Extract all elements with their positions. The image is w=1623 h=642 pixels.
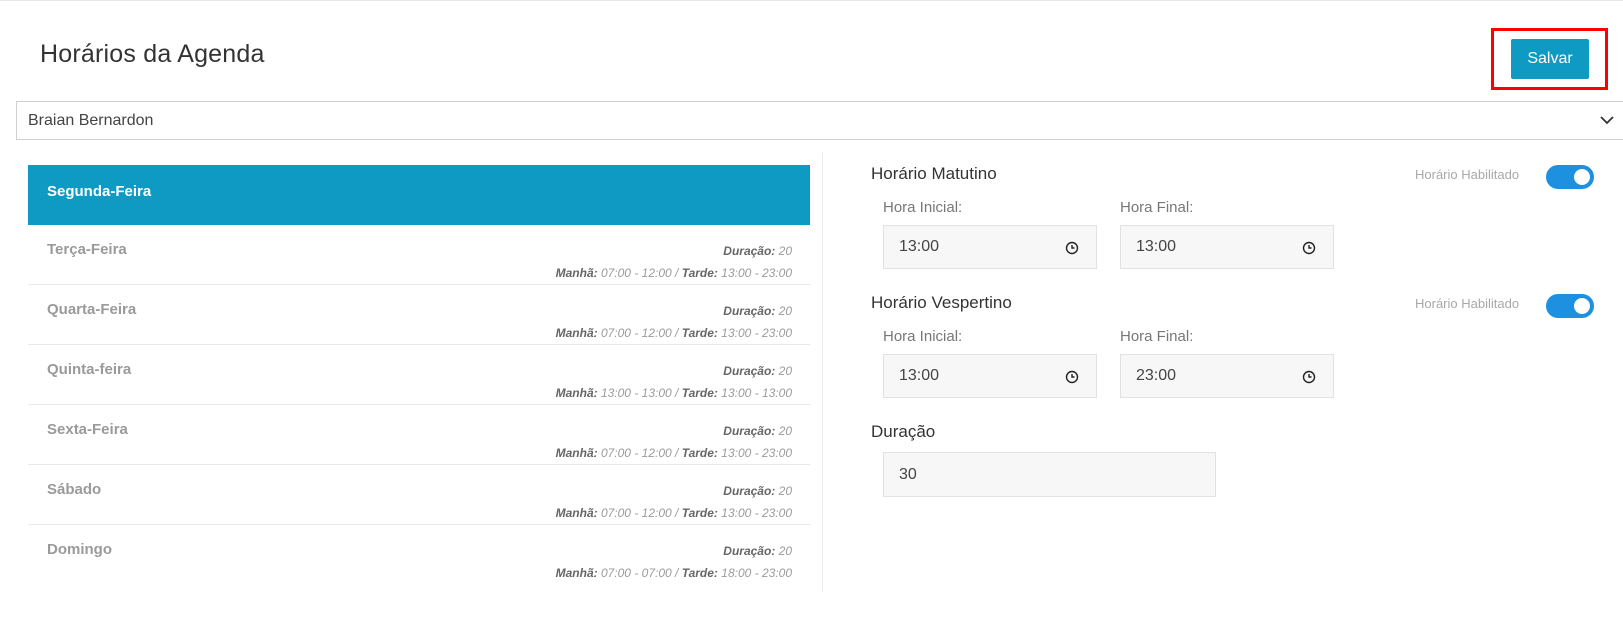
duracao-value: 20 xyxy=(778,484,792,498)
duracao-label: Duração: xyxy=(723,244,776,258)
tarde-value: 13:00 - 23:00 xyxy=(721,506,792,520)
duracao-input[interactable]: 30 xyxy=(883,452,1216,497)
duracao-value: 20 xyxy=(778,544,792,558)
manha-label: Manhã: xyxy=(555,386,598,400)
tarde-value: 13:00 - 23:00 xyxy=(721,446,792,460)
duracao-value: 20 xyxy=(778,424,792,438)
vespertino-title: Horário Vespertino xyxy=(871,293,1012,312)
manha-value: 07:00 - 07:00 / xyxy=(600,566,679,580)
manha-label: Manhã: xyxy=(555,266,598,280)
manha-value: 07:00 - 12:00 / xyxy=(600,506,679,520)
matutino-toggle-label: Horário Habilitado xyxy=(1415,167,1520,182)
clock-icon xyxy=(1065,370,1079,384)
duracao-label: Duração: xyxy=(723,484,776,498)
clock-icon xyxy=(1302,370,1316,384)
duracao-input-value: 30 xyxy=(899,465,917,483)
weekday-list: Segunda-Feira Terça-Feira Duração: 20 Ma… xyxy=(28,165,810,585)
professional-select[interactable]: Braian Bernardon xyxy=(16,101,1623,140)
vespertino-end-value: 23:00 xyxy=(1136,367,1177,384)
day-name: Sábado xyxy=(47,481,102,498)
vespertino-start-value: 13:00 xyxy=(899,367,940,384)
matutino-end-value: 13:00 xyxy=(1136,238,1177,255)
vespertino-start-time-input[interactable]: 13:00 xyxy=(883,354,1097,398)
matutino-title: Horário Matutino xyxy=(871,164,997,183)
top-border xyxy=(0,0,1623,1)
duracao-value: 20 xyxy=(778,304,792,318)
duracao-label: Duração: xyxy=(723,424,776,438)
manha-value: 13:00 - 13:00 / xyxy=(600,386,679,400)
duracao-value: 20 xyxy=(778,364,792,378)
chevron-down-icon xyxy=(1600,116,1614,125)
manha-label: Manhã: xyxy=(555,446,598,460)
day-summary: Duração: 20 Manhã: 07:00 - 12:00 / Tarde… xyxy=(556,480,792,524)
day-item-quinta[interactable]: Quinta-feira Duração: 20 Manhã: 13:00 - … xyxy=(28,345,810,405)
day-name: Domingo xyxy=(47,541,112,558)
day-name: Segunda-Feira xyxy=(47,183,152,200)
day-item-sexta[interactable]: Sexta-Feira Duração: 20 Manhã: 07:00 - 1… xyxy=(28,405,810,465)
tarde-label: Tarde: xyxy=(681,566,718,580)
day-summary: Duração: 20 Manhã: 07:00 - 12:00 / Tarde… xyxy=(556,420,792,464)
manha-value: 07:00 - 12:00 / xyxy=(600,446,679,460)
day-name: Terça-Feira xyxy=(47,241,127,258)
tarde-value: 13:00 - 23:00 xyxy=(721,326,792,340)
toggle-knob xyxy=(1574,169,1590,185)
day-item-sabado[interactable]: Sábado Duração: 20 Manhã: 07:00 - 12:00 … xyxy=(28,465,810,525)
tarde-label: Tarde: xyxy=(681,326,718,340)
tarde-value: 13:00 - 23:00 xyxy=(721,266,792,280)
column-divider xyxy=(822,152,823,592)
day-item-quarta[interactable]: Quarta-Feira Duração: 20 Manhã: 07:00 - … xyxy=(28,285,810,345)
clock-icon xyxy=(1065,241,1079,255)
day-item-domingo[interactable]: Domingo Duração: 20 Manhã: 07:00 - 07:00… xyxy=(28,525,810,585)
tarde-label: Tarde: xyxy=(681,386,718,400)
day-item-terca[interactable]: Terça-Feira Duração: 20 Manhã: 07:00 - 1… xyxy=(28,225,810,285)
save-button[interactable]: Salvar xyxy=(1511,39,1589,79)
vespertino-end-label: Hora Final: xyxy=(1120,328,1194,345)
matutino-start-label: Hora Inicial: xyxy=(883,199,963,216)
toggle-knob xyxy=(1574,298,1590,314)
vespertino-enabled-toggle[interactable] xyxy=(1546,294,1594,318)
day-name: Sexta-Feira xyxy=(47,421,128,438)
duracao-label: Duração: xyxy=(723,304,776,318)
tarde-value: 18:00 - 23:00 xyxy=(721,566,792,580)
clock-icon xyxy=(1302,241,1316,255)
matutino-start-value: 13:00 xyxy=(899,238,940,255)
manha-value: 07:00 - 12:00 / xyxy=(600,326,679,340)
vespertino-start-label: Hora Inicial: xyxy=(883,328,963,345)
tarde-value: 13:00 - 13:00 xyxy=(721,386,792,400)
duracao-title: Duração xyxy=(871,422,936,441)
day-name: Quinta-feira xyxy=(47,361,132,378)
professional-select-value: Braian Bernardon xyxy=(28,111,154,129)
day-item-segunda[interactable]: Segunda-Feira xyxy=(28,165,810,225)
tarde-label: Tarde: xyxy=(681,446,718,460)
manha-label: Manhã: xyxy=(555,326,598,340)
manha-label: Manhã: xyxy=(555,506,598,520)
tarde-label: Tarde: xyxy=(681,266,718,280)
vespertino-end-time-input[interactable]: 23:00 xyxy=(1120,354,1334,398)
duracao-label: Duração: xyxy=(723,364,776,378)
page-title: Horários da Agenda xyxy=(40,40,265,68)
day-summary: Duração: 20 Manhã: 07:00 - 07:00 / Tarde… xyxy=(556,540,792,584)
tarde-label: Tarde: xyxy=(681,506,718,520)
duracao-label: Duração: xyxy=(723,544,776,558)
matutino-end-label: Hora Final: xyxy=(1120,199,1194,216)
day-summary: Duração: 20 Manhã: 07:00 - 12:00 / Tarde… xyxy=(556,300,792,344)
day-summary: Duração: 20 Manhã: 13:00 - 13:00 / Tarde… xyxy=(556,360,792,404)
matutino-start-time-input[interactable]: 13:00 xyxy=(883,225,1097,269)
matutino-end-time-input[interactable]: 13:00 xyxy=(1120,225,1334,269)
manha-value: 07:00 - 12:00 / xyxy=(600,266,679,280)
day-name: Quarta-Feira xyxy=(47,301,137,318)
vespertino-toggle-label: Horário Habilitado xyxy=(1415,296,1520,311)
matutino-enabled-toggle[interactable] xyxy=(1546,165,1594,189)
duracao-value: 20 xyxy=(778,244,792,258)
day-summary: Duração: 20 Manhã: 07:00 - 12:00 / Tarde… xyxy=(556,240,792,284)
manha-label: Manhã: xyxy=(555,566,598,580)
